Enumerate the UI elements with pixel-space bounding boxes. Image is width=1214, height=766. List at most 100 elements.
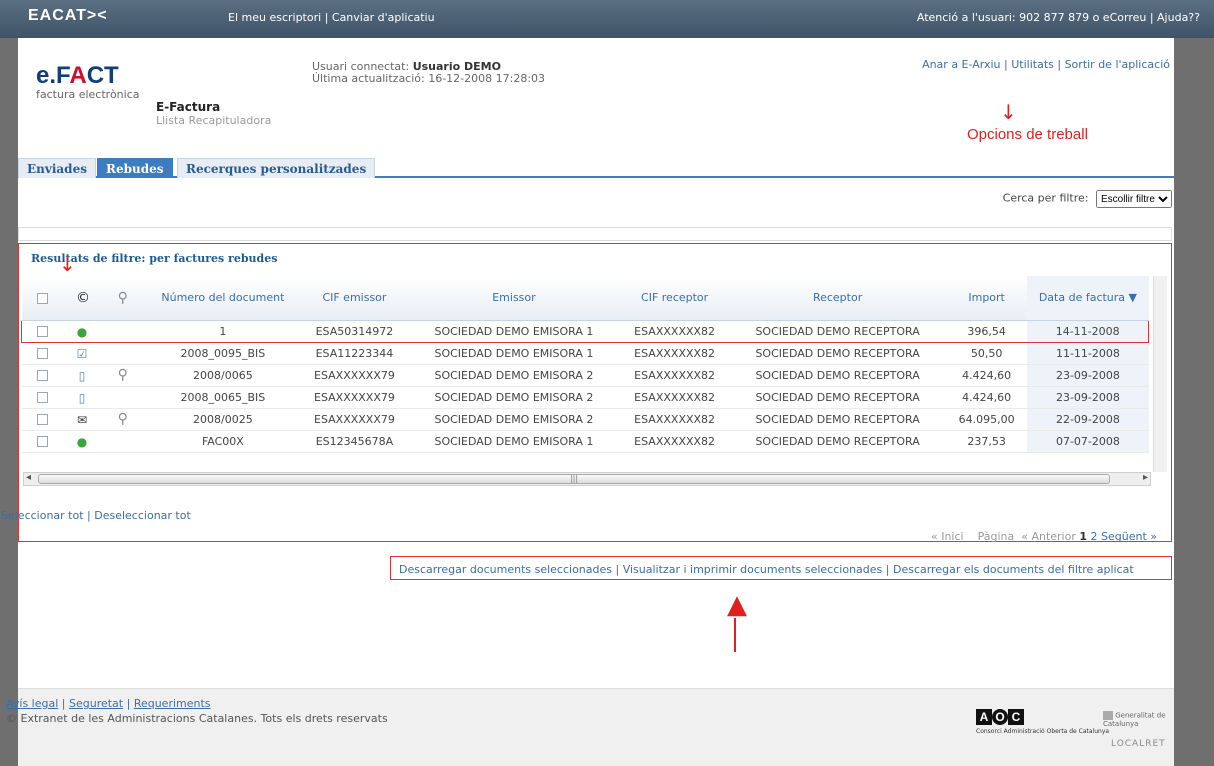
tab-enviades[interactable]: Enviades (18, 158, 96, 178)
table-row[interactable]: ▯ 2008_0065_BIS ESAXXXXXX79 SOCIEDAD DEMO E… (21, 386, 1149, 409)
cell-import: 237,53 (945, 430, 1028, 453)
attachment-column-header[interactable]: ⚲ (100, 276, 145, 321)
change-app-link[interactable]: Canviar d'aplicatiu (332, 11, 435, 24)
security-link[interactable]: Seguretat (69, 697, 123, 710)
pager-next[interactable]: Següent » (1101, 530, 1157, 543)
support-info[interactable]: Atenció a l'usuari: 902 877 879 o eCorre… (917, 11, 1200, 24)
document-actions: Descarregar documents seleccionades | Vi… (390, 556, 1172, 580)
cell-receptor: SOCIEDAD DEMO RECEPTORA (729, 364, 946, 387)
vertical-scrollbar[interactable] (1153, 276, 1167, 472)
cell-cif-emissor: ESAXXXXXX79 (300, 408, 408, 431)
pager: « Inici Pàgina « Anterior 1 2 Següent » (931, 530, 1157, 543)
download-selected-link[interactable]: Descarregar documents seleccionades (399, 563, 612, 576)
results-panel: Resultats de filtre: per factures rebude… (1, 243, 1172, 543)
cell-numero: FAC00X (144, 430, 301, 453)
col-import[interactable]: Import (945, 276, 1028, 321)
cell-cif-receptor: ESAXXXXXX82 (619, 430, 730, 453)
table-row[interactable]: ✉ ⚲ 2008/0025 ESAXXXXXX79 SOCIEDAD DEMO EMIS… (21, 408, 1149, 431)
cell-numero: 2008/0065 (144, 364, 301, 387)
cell-emissor: SOCIEDAD DEMO EMISORA 1 (408, 342, 620, 365)
cell-emissor: SOCIEDAD DEMO EMISORA 2 (408, 386, 620, 409)
row-attachment[interactable]: ⚲ (100, 408, 145, 431)
pager-first[interactable]: « Inici (931, 530, 964, 543)
top-links: El meu escriptori | Canviar d'aplicatiu (228, 11, 435, 24)
e-arxiu-link[interactable]: Anar a E-Arxiu (922, 58, 1000, 71)
col-cif-receptor[interactable]: CIF receptor (619, 276, 730, 321)
grid-header: © ⚲ Número del document CIF emissor Emis… (21, 276, 1149, 321)
col-receptor[interactable]: Receptor (729, 276, 946, 321)
col-data[interactable]: Data de factura ▼ (1027, 276, 1149, 321)
download-filter-link[interactable]: Descarregar els documents del filtre apl… (893, 563, 1134, 576)
cell-emissor: SOCIEDAD DEMO EMISORA 2 (408, 408, 620, 431)
cell-import: 396,54 (945, 319, 1028, 343)
checked-doc-icon: ☑ (76, 346, 88, 361)
row-checkbox[interactable] (21, 319, 64, 343)
deselect-all-link[interactable]: Deseleccionar tot (94, 509, 191, 522)
eacat-logo: EACAT>< (28, 7, 108, 24)
select-all-checkbox[interactable] (21, 276, 64, 321)
efact-logo: e.FACT factura electrònica (36, 62, 140, 101)
horizontal-scrollbar[interactable]: ◂ ||| ▸ (23, 472, 1151, 486)
cell-emissor: SOCIEDAD DEMO EMISORA 1 (408, 430, 620, 453)
col-cif-emissor[interactable]: CIF emissor (300, 276, 408, 321)
cell-numero: 2008/0025 (144, 408, 301, 431)
pager-prev[interactable]: « Anterior (1021, 530, 1076, 543)
pager-page-2[interactable]: 2 (1091, 530, 1098, 543)
efact-subtitle: factura electrònica (36, 88, 140, 101)
cell-cif-receptor: ESAXXXXXX82 (619, 408, 730, 431)
cell-date: 23-09-2008 (1027, 386, 1149, 409)
tab-recerques[interactable]: Recerques personalitzades (177, 158, 376, 178)
legal-link[interactable]: Avís legal (6, 697, 58, 710)
col-numero[interactable]: Número del document (144, 276, 301, 321)
green-doc-icon: ● (76, 324, 88, 339)
row-status: ▯ (63, 386, 101, 409)
filter-bar: Cerca per filtre: Escollir filtre (1003, 190, 1172, 208)
scroll-right-icon[interactable]: ▸ (1143, 472, 1148, 483)
row-attachment[interactable]: ⚲ (100, 364, 145, 387)
table-row[interactable]: ▯ ⚲ 2008/0065 ESAXXXXXX79 SOCIEDAD DEMO EMIS… (21, 364, 1149, 387)
cell-numero: 2008_0095_BIS (144, 342, 301, 365)
table-row[interactable]: ☑ 2008_0095_BIS ESA11223344 SOCIEDAD DEMO E… (21, 342, 1149, 365)
cell-receptor: SOCIEDAD DEMO RECEPTORA (729, 408, 946, 431)
paperclip-icon[interactable]: ⚲ (118, 411, 128, 427)
cell-numero: 1 (144, 319, 301, 343)
row-checkbox[interactable] (21, 342, 64, 365)
cell-receptor: SOCIEDAD DEMO RECEPTORA (729, 342, 946, 365)
row-checkbox[interactable] (21, 386, 64, 409)
annotation-label: Opcions de treball (967, 126, 1088, 143)
last-update: Última actualització: 16-12-2008 17:28:0… (312, 72, 546, 85)
row-checkbox[interactable] (21, 364, 64, 387)
pager-label: Pàgina (977, 530, 1015, 543)
cell-cif-receptor: ESAXXXXXX82 (619, 364, 730, 387)
row-checkbox[interactable] (21, 408, 64, 431)
utilities-link[interactable]: Utilitats (1011, 58, 1054, 71)
row-status: ▯ (63, 364, 101, 387)
logout-link[interactable]: Sortir de l'aplicació (1065, 58, 1170, 71)
filter-select[interactable]: Escollir filtre (1096, 190, 1172, 208)
status-column-header[interactable]: © (63, 276, 101, 321)
document-icon: ▯ (78, 368, 86, 383)
scroll-left-icon[interactable]: ◂ (26, 472, 31, 483)
cell-date: 11-11-2008 (1027, 342, 1149, 365)
my-desktop-link[interactable]: El meu escriptori (228, 11, 321, 24)
aoc-logo: AOC Consorci Administració Oberta de Cat… (976, 709, 1110, 735)
col-emissor[interactable]: Emissor (408, 276, 620, 321)
filter-area (18, 227, 1172, 241)
table-row[interactable]: ● FAC00X ES12345678A SOCIEDAD DEMO EMISORA … (21, 430, 1149, 453)
tab-rebudes[interactable]: Rebudes (97, 158, 173, 178)
row-checkbox[interactable] (21, 430, 64, 453)
requirements-link[interactable]: Requeriments (134, 697, 211, 710)
green-doc-icon: ● (76, 434, 88, 449)
view-print-selected-link[interactable]: Visualitzar i imprimir documents selecci… (623, 563, 883, 576)
row-status: ● (63, 319, 101, 343)
table-row[interactable]: ● 1 ESA50314972 SOCIEDAD DEMO EMISORA 1 ESAX… (21, 319, 1150, 343)
tab-bar: Enviades Rebudes Recerques personalitzad… (18, 158, 1174, 178)
cell-cif-emissor: ESAXXXXXX79 (300, 364, 408, 387)
cell-numero: 2008_0065_BIS (144, 386, 301, 409)
paperclip-icon[interactable]: ⚲ (118, 367, 128, 383)
scroll-thumb[interactable]: ||| (38, 474, 1110, 484)
row-attachment (100, 342, 145, 365)
select-all-link[interactable]: Seleccionar tot (1, 509, 84, 522)
localret-logo: LOCALRET (1111, 739, 1166, 749)
selection-links: Seleccionar tot | Deseleccionar tot (1, 509, 191, 522)
